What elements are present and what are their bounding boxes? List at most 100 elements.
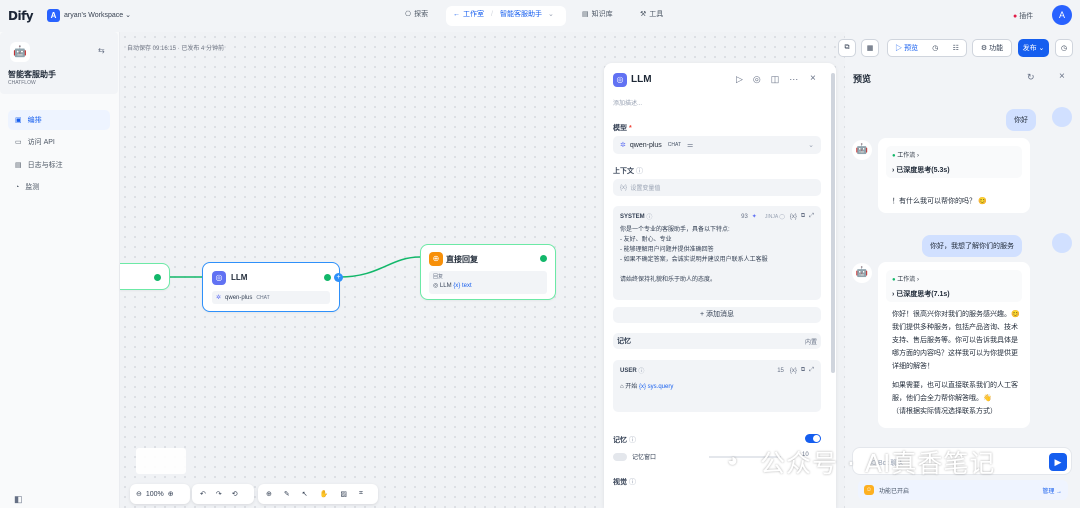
- hand-icon[interactable]: ✋: [320, 490, 329, 498]
- nav-explore[interactable]: ⎔ 探索: [405, 9, 428, 19]
- workspace-switcher[interactable]: aryan's Workspace ⌄: [64, 11, 131, 19]
- jinja-toggle[interactable]: JINJA ◯: [765, 214, 785, 220]
- success-status-icon: [540, 255, 547, 262]
- close-icon[interactable]: ×: [810, 73, 816, 84]
- avatar[interactable]: A: [1052, 5, 1072, 25]
- info-icon: ⓘ: [628, 437, 636, 444]
- copy-icon[interactable]: ⧉: [801, 213, 805, 220]
- llm-node[interactable]: ◎ LLM ✲ qwen-plus CHAT: [202, 262, 340, 312]
- conversation-vars-button[interactable]: ▦: [861, 39, 879, 57]
- user-prompt-box[interactable]: USER ⓘ 15 {x} ⧉ ⤢ ⌂ 开始 {x} sys.query: [613, 360, 821, 412]
- expand-icon[interactable]: ⤢: [809, 367, 814, 374]
- undo-icon[interactable]: ↶: [200, 490, 206, 498]
- zoom-in-icon[interactable]: ⊕: [168, 490, 174, 498]
- reply-node[interactable]: ⊕ 直接回复 回复 ◎ LLM {x} text: [420, 244, 556, 300]
- context-variable-input[interactable]: {x} 设置变量值: [613, 179, 821, 196]
- history-icon[interactable]: ⟲: [232, 490, 238, 498]
- zoom-out-icon[interactable]: ⊖: [136, 490, 142, 498]
- features-button[interactable]: ⚙ 功能: [972, 39, 1012, 57]
- chevron-right-icon: ›: [916, 277, 919, 283]
- sidebar-item-api[interactable]: ▭ 访问 API: [8, 132, 110, 152]
- sparkle-icon[interactable]: ✦: [752, 213, 757, 220]
- dify-logo[interactable]: Dify: [8, 9, 34, 23]
- manage-link[interactable]: 管理 →: [1042, 486, 1062, 495]
- redo-icon[interactable]: ↷: [216, 490, 222, 498]
- insert-variable-icon[interactable]: {x}: [790, 214, 797, 220]
- minimap[interactable]: [136, 448, 186, 474]
- refresh-icon[interactable]: ↻: [1027, 72, 1035, 83]
- pointer-icon[interactable]: ↖: [302, 490, 308, 498]
- memory-toggle[interactable]: [805, 434, 821, 443]
- add-node-handle[interactable]: +: [334, 273, 343, 282]
- workflow-trace[interactable]: ● 工作流 › › 已深度思考(7.1s): [886, 270, 1022, 302]
- back-arrow-icon: ←: [453, 10, 460, 18]
- chevron-right-icon: ›: [916, 153, 919, 159]
- bot-message: ● 工作流 › › 已深度思考(5.3s) ！有什么我可以帮你的吗？ 😊: [878, 138, 1030, 213]
- nav-studio-label: 工作室: [463, 11, 484, 18]
- sidebar-item-orchestrate[interactable]: ▣ 编排: [8, 110, 110, 130]
- start-node[interactable]: [120, 263, 170, 290]
- organize-icon[interactable]: ⌗: [359, 490, 363, 498]
- model-selector[interactable]: ✲ qwen-plus CHAT ⚌ ⌄: [613, 136, 821, 154]
- zoom-control[interactable]: ⊖ 100% ⊕: [130, 484, 190, 504]
- system-prompt-box[interactable]: SYSTEM ⓘ 93 ✦ JINJA ◯ {x} ⧉ ⤢ 你是一个专业的客服助…: [613, 206, 821, 300]
- collapse-sidebar-icon[interactable]: ⇆: [98, 46, 105, 55]
- add-block-icon[interactable]: ⊕: [266, 490, 272, 498]
- workspace-name: aryan's Workspace: [64, 12, 124, 19]
- run-icon[interactable]: ▷: [736, 74, 743, 85]
- env-vars-button[interactable]: ⧉: [838, 39, 856, 57]
- close-icon[interactable]: ×: [1059, 71, 1065, 82]
- note-icon[interactable]: ✎: [284, 490, 290, 498]
- export-image-icon[interactable]: ▨: [340, 490, 347, 498]
- system-prompt-text[interactable]: 你是一个专业的客服助手，具备以下特点: - 友好、耐心、专业 - 能够理解用户问…: [620, 225, 814, 285]
- more-icon[interactable]: ⋯: [789, 74, 798, 85]
- nav-studio[interactable]: ← 工作室 / 智能客服助手 ⌄: [453, 9, 554, 19]
- expand-icon[interactable]: ⤢: [809, 213, 814, 220]
- plugin-button[interactable]: ● 插件: [1013, 11, 1033, 21]
- memory-window-toggle[interactable]: [613, 452, 627, 461]
- system-line: - 能够理解用户问题并提供准确回答: [620, 247, 714, 253]
- sidebar-item-logs[interactable]: ▤ 日志与标注: [8, 155, 110, 175]
- memory-window-row: 记忆窗口: [613, 452, 656, 461]
- user-prompt-header: USER ⓘ 15 {x} ⧉ ⤢: [620, 366, 814, 375]
- chevron-down-icon: ⌄: [808, 142, 814, 149]
- breadcrumb-app[interactable]: 智能客服助手: [500, 9, 542, 19]
- publish-label: 发布: [1022, 45, 1037, 52]
- panel-scrollbar[interactable]: [831, 73, 835, 373]
- workspace-badge[interactable]: A: [47, 9, 60, 22]
- canvas-tools: ⊕ ✎ ↖ ✋ ▨ ⌗: [258, 484, 378, 504]
- system-line: - 如果不确定答案，会诚实说明并建议用户联系人工客服: [620, 257, 768, 263]
- system-char-count: 93: [741, 213, 748, 220]
- watermark: 公众号 · AI真香笔记: [760, 449, 996, 478]
- preview-button[interactable]: ▷ 预览: [895, 43, 918, 53]
- model-icon: ✲: [216, 295, 222, 301]
- model-name: qwen-plus: [629, 141, 662, 149]
- checklist-icon[interactable]: ◷: [932, 44, 938, 52]
- version-history-button[interactable]: ◷: [1055, 39, 1073, 57]
- list-icon[interactable]: ☷: [953, 44, 959, 52]
- features-enabled-bar: ☺ 功能已开启 管理 →: [858, 480, 1068, 500]
- nav-explore-label: 探索: [414, 11, 429, 18]
- publish-button[interactable]: 发布 ⌄: [1018, 39, 1049, 57]
- nav-knowledge[interactable]: ▤ 知识库: [582, 9, 613, 19]
- split-view-icon[interactable]: ◫: [771, 74, 780, 85]
- help-icon[interactable]: ◎: [753, 74, 761, 85]
- thinking-label: 已深度思考(5.3s): [896, 167, 950, 174]
- description-input[interactable]: 添加描述...: [613, 98, 642, 107]
- chevron-down-icon: ⌄: [1038, 45, 1045, 52]
- insert-variable-icon[interactable]: {x}: [790, 368, 797, 374]
- copy-icon[interactable]: ⧉: [801, 367, 805, 374]
- panel-title[interactable]: LLM: [631, 74, 652, 85]
- bot-avatar: 🤖: [852, 263, 872, 283]
- workflow-trace[interactable]: ● 工作流 › › 已深度思考(5.3s): [886, 146, 1022, 178]
- features-icon: ☺: [864, 485, 874, 495]
- thinking-status: › 已深度思考(5.3s): [892, 165, 1016, 175]
- add-message-button[interactable]: + 添加消息: [613, 307, 821, 323]
- nav-tools[interactable]: ⚒ 工具: [640, 9, 663, 19]
- send-icon: ▶: [1054, 457, 1062, 467]
- sidebar-item-monitor[interactable]: ◔ 监测: [8, 177, 110, 197]
- send-button[interactable]: ▶: [1049, 453, 1067, 471]
- robot-icon: 🤖: [10, 42, 30, 62]
- expand-panel-icon[interactable]: ◧: [14, 494, 23, 505]
- chat-var-icon: ▦: [866, 45, 874, 52]
